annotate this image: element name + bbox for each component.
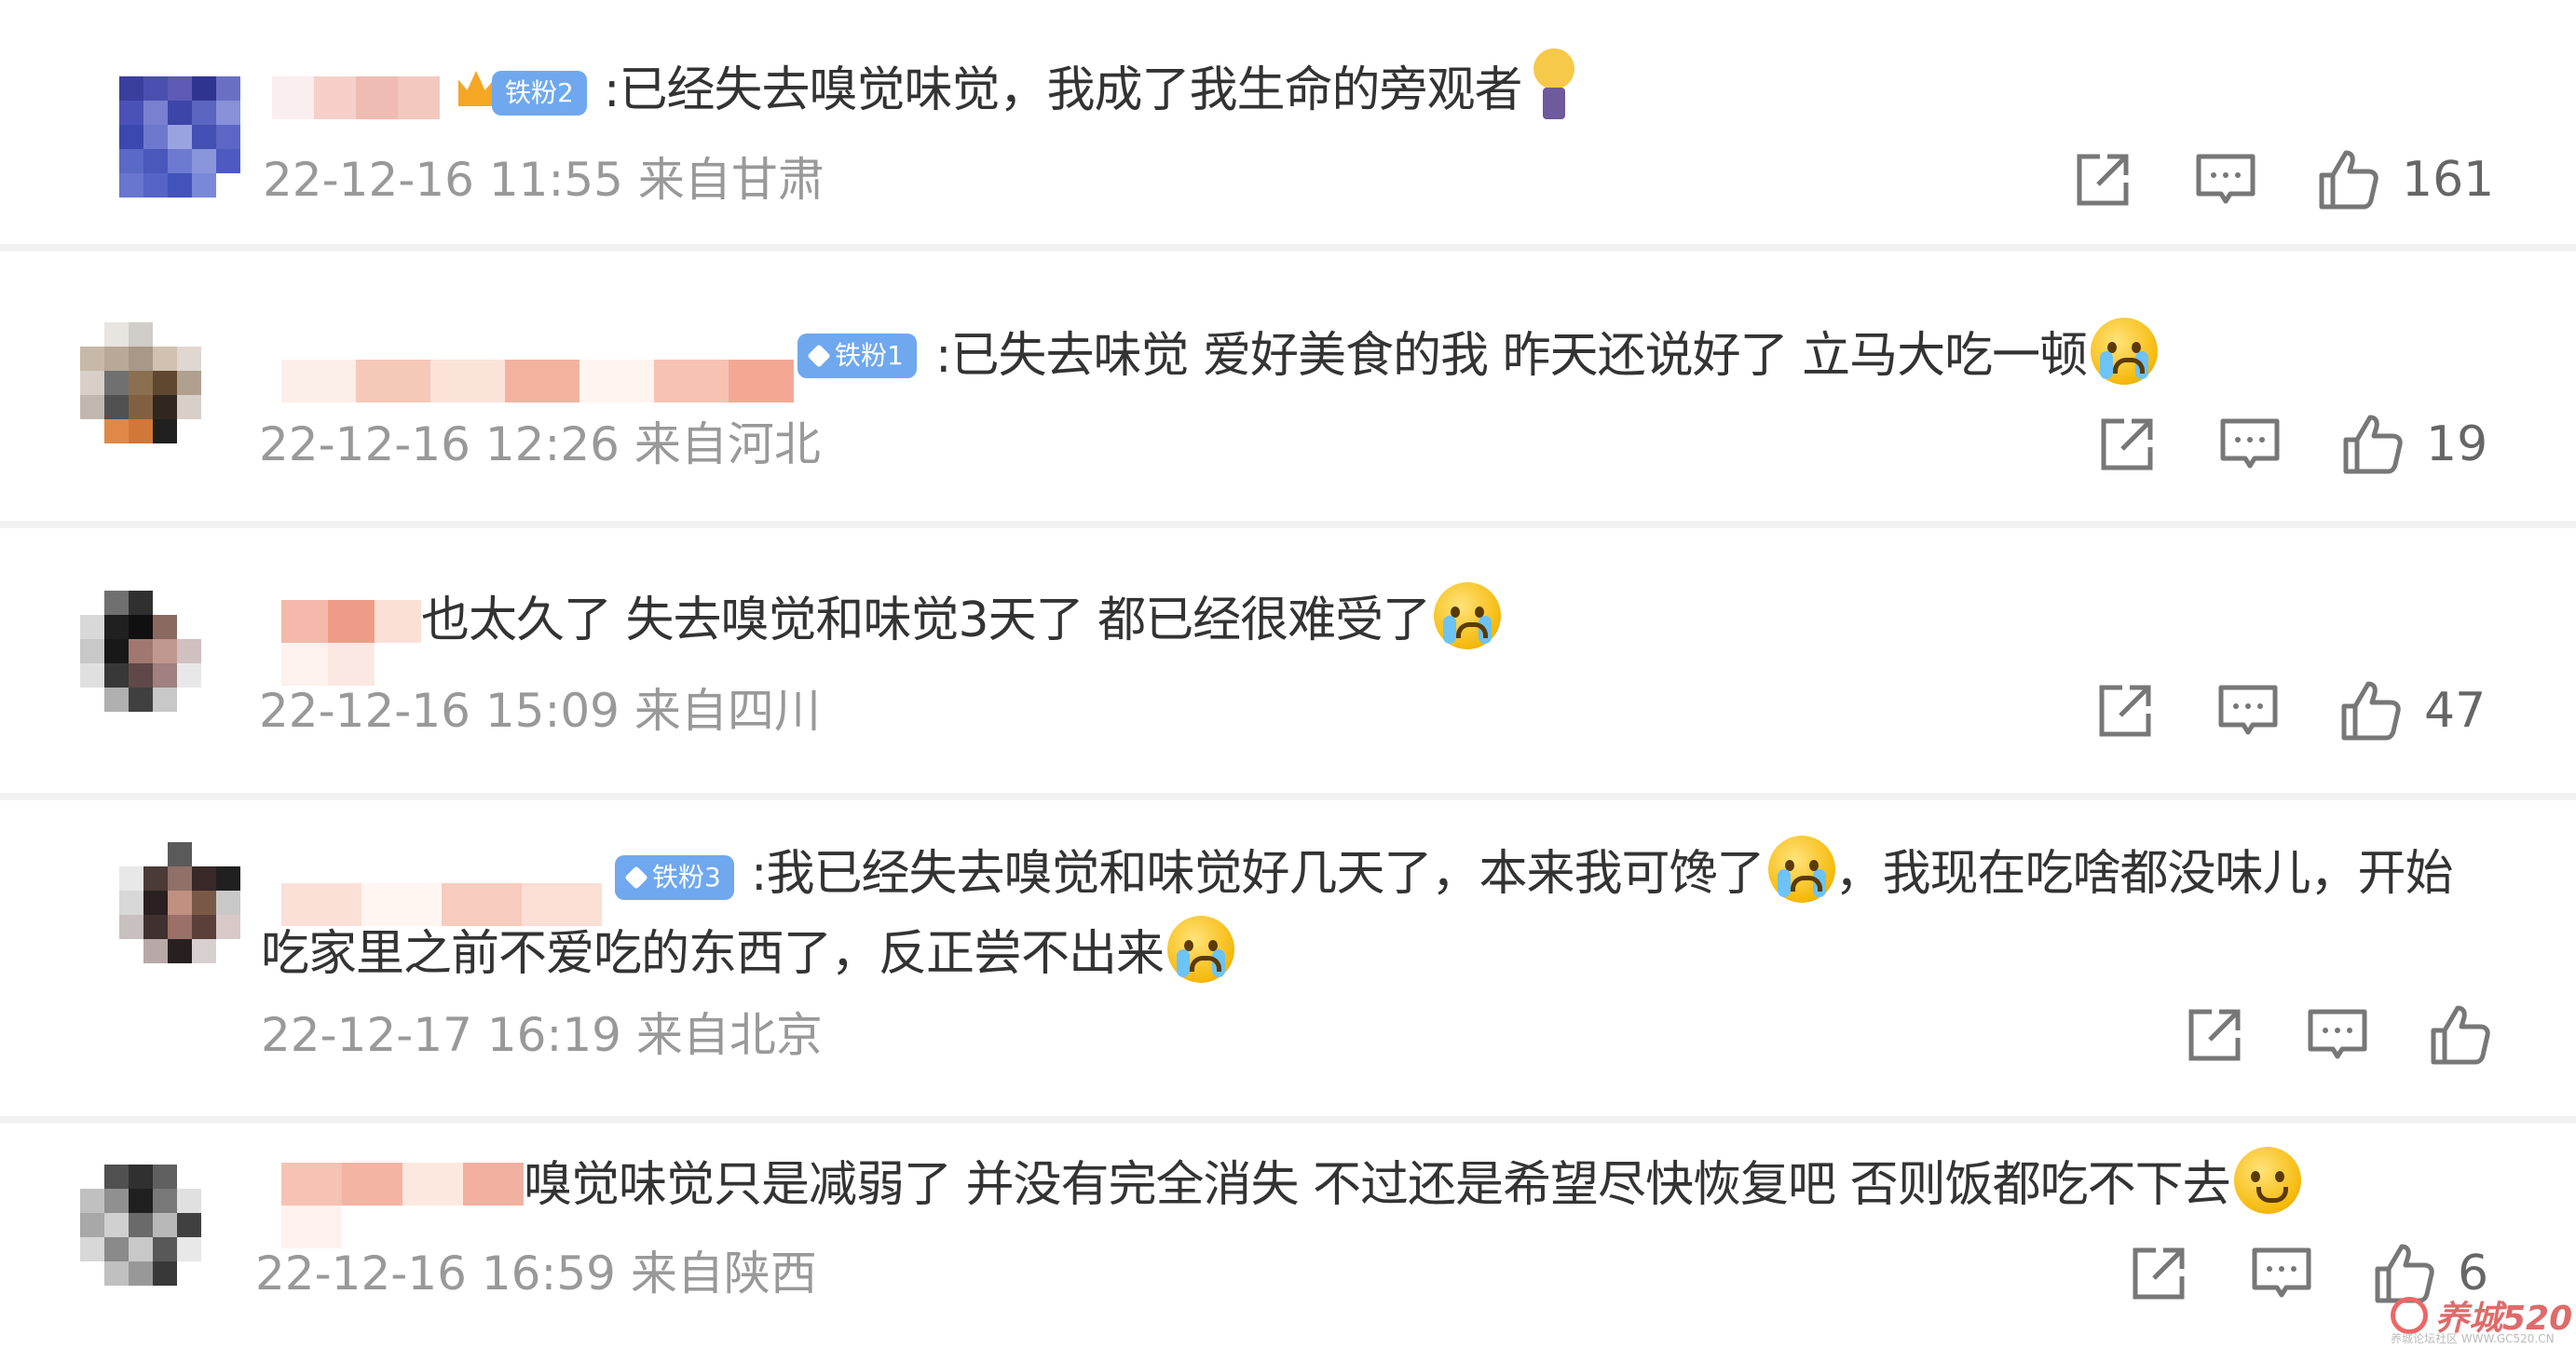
comment-button[interactable] xyxy=(2217,412,2283,477)
comment-icon xyxy=(2196,154,2256,204)
fan-badge[interactable]: 铁粉1 xyxy=(797,334,917,378)
comment-button[interactable] xyxy=(2193,147,2258,212)
username-blurred[interactable] xyxy=(281,600,421,686)
location: 来自四川 xyxy=(634,684,821,738)
like-button[interactable] xyxy=(2316,147,2381,212)
comment-meta: 22-12-16 11:55 来自甘肃 xyxy=(263,147,825,212)
avatar[interactable] xyxy=(80,591,201,712)
divider xyxy=(0,1116,2576,1124)
like-count: 161 xyxy=(2402,152,2495,208)
watermark-logo-icon xyxy=(2391,1297,2428,1334)
comment-button[interactable] xyxy=(2305,1002,2370,1068)
timestamp: 22-12-16 11:55 xyxy=(263,153,623,207)
comment-icon xyxy=(2218,685,2278,735)
comment-icon xyxy=(2308,1009,2367,1059)
comment-item: 嗅觉味觉只是减弱了 并没有完全消失 不过还是希望尽快恢复吧 否则饭都吃不下去 2… xyxy=(0,1125,2576,1349)
avatar[interactable] xyxy=(80,1165,201,1286)
crying-face-emoji xyxy=(1767,836,1835,903)
divider xyxy=(0,793,2576,800)
share-icon xyxy=(2188,1009,2241,1061)
diamond-icon xyxy=(807,344,831,368)
comment-meta: 22-12-16 15:09 来自四川 xyxy=(259,678,821,743)
username-blurred[interactable] xyxy=(272,76,440,119)
thumbs-up-icon xyxy=(2341,681,2401,741)
like-button[interactable] xyxy=(2428,1002,2493,1068)
crying-face-emoji xyxy=(1167,916,1235,983)
fan-badge[interactable]: 铁粉3 xyxy=(615,855,734,900)
comment-meta: 22-12-16 16:59 来自陕西 xyxy=(255,1241,817,1306)
share-button[interactable] xyxy=(2126,1241,2191,1306)
comment-text-line2: 吃家里之前不爱吃的东西了，反正尝不出来 xyxy=(261,913,1235,995)
comment-text: 嗅觉味觉只是减弱了 并没有完全消失 不过还是希望尽快恢复吧 否则饭都吃不下去 xyxy=(524,1144,2301,1226)
share-button[interactable] xyxy=(2094,412,2160,477)
share-icon xyxy=(2101,418,2153,470)
comment-item: 铁粉2 :已经失去嗅觉味觉，我成了我生命的旁观者 22-12-16 11:55 … xyxy=(0,0,2576,244)
timestamp: 22-12-16 12:26 xyxy=(259,417,620,471)
share-button[interactable] xyxy=(2070,147,2135,212)
crown-icon xyxy=(458,71,494,106)
comment-meta: 22-12-17 16:19 来自北京 xyxy=(261,1002,823,1068)
comment-meta: 22-12-16 12:26 来自河北 xyxy=(259,412,821,477)
pleading-face-emoji xyxy=(2233,1147,2301,1214)
timestamp: 22-12-16 15:09 xyxy=(259,684,620,738)
username-blurred[interactable] xyxy=(281,360,794,402)
divider xyxy=(0,244,2576,252)
comment-item: 也太久了 失去嗅觉和味觉3天了 都已经很难受了 22-12-16 15:09 来… xyxy=(0,538,2576,793)
watermark-subtext: 养城论坛社区 WWW.GC520.CN xyxy=(2391,1332,2555,1345)
share-button[interactable] xyxy=(2092,678,2158,743)
comment-actions xyxy=(2124,1002,2514,1068)
like-button[interactable] xyxy=(2340,412,2406,477)
avatar[interactable] xyxy=(119,842,240,963)
diamond-icon xyxy=(624,865,648,890)
comment-button[interactable] xyxy=(2249,1241,2314,1306)
comment-actions: 47 xyxy=(2035,678,2486,743)
thumbs-up-icon xyxy=(2343,415,2403,474)
share-button[interactable] xyxy=(2182,1002,2247,1068)
like-count: 19 xyxy=(2426,416,2488,472)
light-bulb-emoji xyxy=(1526,48,1582,123)
location: 来自甘肃 xyxy=(637,153,825,207)
timestamp: 22-12-17 16:19 xyxy=(261,1008,621,1062)
location: 来自河北 xyxy=(634,417,821,471)
like-count: 47 xyxy=(2424,683,2487,739)
comment-item: 铁粉1 :已失去味觉 爱好美食的我 昨天还说好了 立马大吃一顿 22-12-16… xyxy=(0,266,2576,521)
crying-face-emoji xyxy=(1434,582,1502,649)
like-button[interactable] xyxy=(2338,678,2404,743)
comment-text: :已失去味觉 爱好美食的我 昨天还说好了 立马大吃一顿 xyxy=(935,315,2159,397)
comment-actions: 161 xyxy=(2012,147,2494,212)
crying-face-emoji xyxy=(2091,318,2159,385)
comment-item: 铁粉3 :我已经失去嗅觉和味觉好几天了，本来我可馋了 ，我现在吃啥都没味儿，开始 … xyxy=(0,809,2576,1116)
comment-icon xyxy=(2252,1247,2311,1298)
comment-text: :已经失去嗅觉味觉，我成了我生命的旁观者 xyxy=(604,48,1582,131)
share-icon xyxy=(2077,154,2129,206)
comment-button[interactable] xyxy=(2215,678,2281,743)
comment-text: 也太久了 失去嗅觉和味觉3天了 都已经很难受了 xyxy=(421,579,1502,661)
divider xyxy=(0,521,2576,528)
comment-text: :我已经失去嗅觉和味觉好几天了，本来我可馋了 ，我现在吃啥都没味儿，开始 xyxy=(751,833,2454,915)
comment-actions: 19 xyxy=(2037,412,2487,477)
avatar[interactable] xyxy=(119,76,240,198)
share-icon xyxy=(2099,685,2151,737)
location: 来自北京 xyxy=(635,1008,823,1062)
comment-icon xyxy=(2220,418,2280,469)
thumbs-up-icon xyxy=(2431,1005,2490,1065)
fan-badge[interactable]: 铁粉2 xyxy=(492,71,587,116)
location: 来自陕西 xyxy=(630,1247,817,1301)
thumbs-up-icon xyxy=(2319,150,2378,210)
timestamp: 22-12-16 16:59 xyxy=(255,1247,616,1301)
username-blurred[interactable] xyxy=(281,1163,524,1248)
share-icon xyxy=(2133,1247,2185,1300)
avatar[interactable] xyxy=(80,322,201,443)
